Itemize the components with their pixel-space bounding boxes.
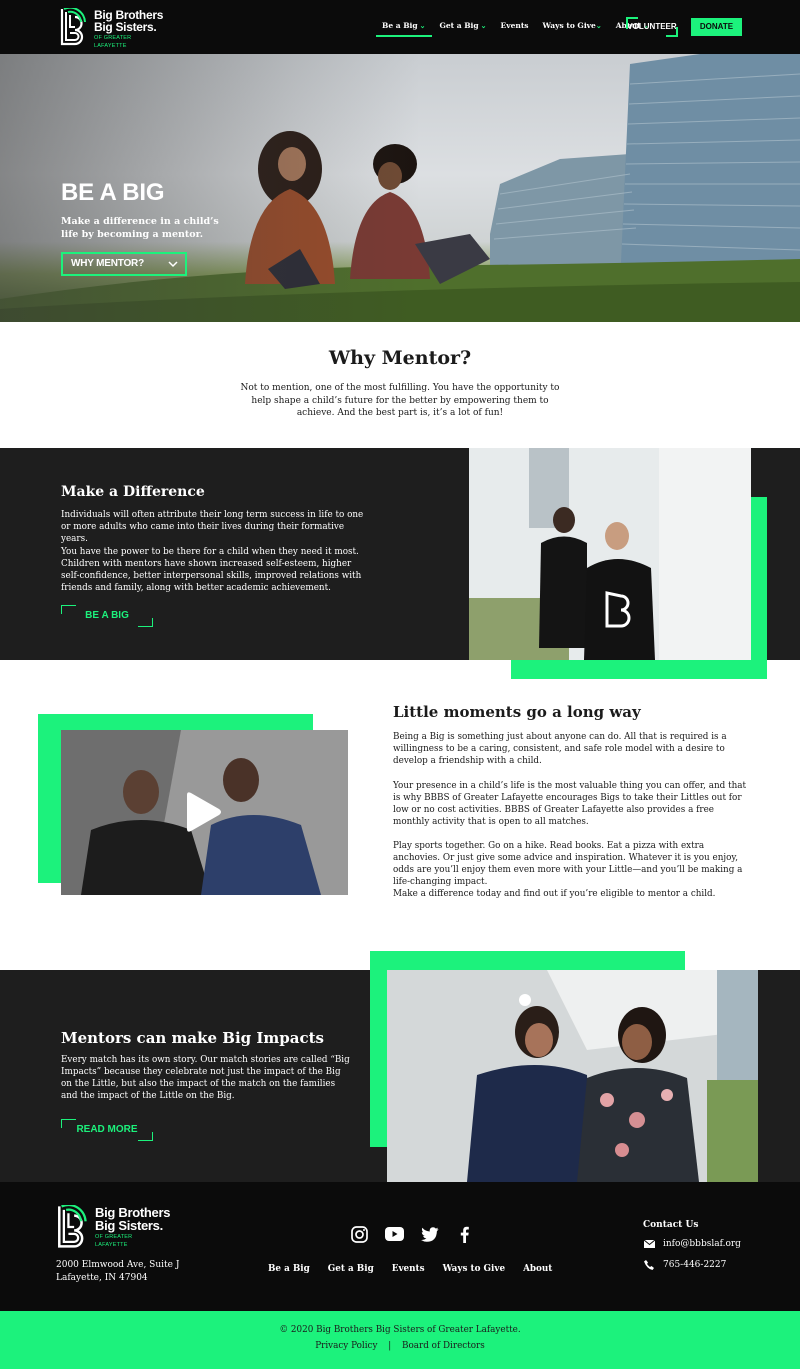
contact-email-text: info@bbbslaf.org bbox=[663, 1239, 741, 1249]
twitter-icon[interactable] bbox=[412, 1224, 447, 1244]
nav-item-be-a-big[interactable]: Be a Big ⌄ bbox=[376, 21, 431, 37]
social-links bbox=[342, 1224, 482, 1244]
little-moments-para2: Your presence in a child’s life is the m… bbox=[393, 781, 747, 827]
main-menu: Be a Big ⌄ Get a Big ⌄ Events Ways to Give… bbox=[376, 21, 663, 37]
nav-label: Be a Big bbox=[382, 21, 418, 30]
why-mentor-button[interactable]: WHY MENTOR? bbox=[61, 252, 187, 276]
hero-banner: BE A BIG Make a difference in a child’s … bbox=[0, 54, 800, 322]
chevron-down-icon: ⌄ bbox=[419, 21, 426, 30]
hero-title: BE A BIG bbox=[61, 179, 165, 206]
nav-item-get-a-big[interactable]: Get a Big ⌄ bbox=[440, 21, 487, 30]
brand-name-line2: Big Sisters. bbox=[94, 20, 157, 34]
envelope-icon bbox=[643, 1238, 655, 1250]
footer-link-events[interactable]: Events bbox=[392, 1264, 425, 1274]
contact-phone[interactable]: 765-446-2227 bbox=[643, 1259, 726, 1271]
brand-logo[interactable]: Big Brothers Big Sisters. OF GREATER LAF… bbox=[60, 8, 163, 49]
board-of-directors-link[interactable]: Board of Directors bbox=[402, 1341, 485, 1351]
make-difference-para1: Individuals will often attribute their l… bbox=[61, 510, 364, 544]
why-mentor-label: WHY MENTOR? bbox=[71, 258, 144, 269]
big-impacts-title: Mentors can make Big Impacts bbox=[61, 1029, 324, 1047]
chevron-down-icon bbox=[168, 254, 178, 282]
make-difference-title: Make a Difference bbox=[61, 484, 205, 500]
legal-links: Privacy Policy | Board of Directors bbox=[0, 1341, 800, 1351]
copyright-bar bbox=[0, 1311, 800, 1369]
youtube-icon[interactable] bbox=[377, 1224, 412, 1244]
phone-icon bbox=[643, 1259, 655, 1271]
link-separator: | bbox=[388, 1341, 392, 1351]
read-more-button[interactable]: READ MORE bbox=[61, 1119, 153, 1141]
mentor-match-photo bbox=[387, 970, 758, 1182]
mentor-pair-photo bbox=[469, 448, 751, 660]
why-mentor-text: Not to mention, one of the most fulfilli… bbox=[240, 383, 560, 418]
contact-phone-text: 765-446-2227 bbox=[663, 1260, 727, 1270]
little-moments-para4: Make a difference today and find out if … bbox=[393, 889, 716, 899]
address-line1: 2000 Elmwood Ave, Suite J bbox=[56, 1260, 180, 1270]
brand-sub-line1: OF GREATER bbox=[94, 35, 132, 41]
nav-label: Events bbox=[500, 21, 529, 30]
big-impacts-text: Every match has its own story. Our match… bbox=[61, 1055, 350, 1101]
nav-item-ways-to-give[interactable]: Ways to Give⌄ bbox=[543, 21, 602, 30]
little-moments-para3: Play sports together. Go on a hike. Read… bbox=[393, 841, 743, 887]
little-moments-para1: Being a Big is something just about anyo… bbox=[393, 732, 727, 766]
donate-button[interactable]: DONATE bbox=[691, 18, 742, 36]
instagram-icon[interactable] bbox=[342, 1224, 377, 1244]
footer-nav: Be a Big Get a Big Events Ways to Give A… bbox=[268, 1264, 570, 1274]
privacy-policy-link[interactable]: Privacy Policy bbox=[315, 1341, 377, 1351]
contact-title: Contact Us bbox=[643, 1220, 699, 1230]
why-mentor-title: Why Mentor? bbox=[328, 347, 472, 369]
contact-email[interactable]: info@bbbslaf.org bbox=[643, 1238, 741, 1250]
bbbs-logo-mark-icon bbox=[58, 1205, 87, 1248]
address-line2: Lafayette, IN 47904 bbox=[56, 1272, 148, 1283]
brand-sub-line1: OF GREATER bbox=[95, 1234, 133, 1240]
brand-sub-line2: LAFAYETTE bbox=[94, 43, 127, 49]
footer-link-be-a-big[interactable]: Be a Big bbox=[268, 1264, 310, 1274]
be-a-big-button[interactable]: BE A BIG bbox=[61, 605, 153, 627]
copyright-text: © 2020 Big Brothers Big Sisters of Great… bbox=[279, 1325, 521, 1335]
footer-brand-logo[interactable]: Big Brothers Big Sisters. OF GREATER LAF… bbox=[57, 1205, 170, 1249]
volunteer-button[interactable]: VOLUNTEER bbox=[626, 17, 678, 37]
facebook-icon[interactable] bbox=[447, 1224, 482, 1244]
footer-link-get-a-big[interactable]: Get a Big bbox=[328, 1264, 374, 1274]
little-moments-title: Little moments go a long way bbox=[393, 703, 641, 721]
top-navbar: Big Brothers Big Sisters. OF GREATER LAF… bbox=[0, 0, 800, 54]
chevron-down-icon: ⌄ bbox=[595, 21, 602, 30]
nav-label: Ways to Give bbox=[542, 21, 596, 30]
footer-address: 2000 Elmwood Ave, Suite J Lafayette, IN … bbox=[56, 1259, 179, 1284]
make-difference-para2: You have the power to be there for a chi… bbox=[61, 547, 362, 593]
brand-name-line2: Big Sisters. bbox=[95, 1218, 163, 1233]
bbbs-logo-mark-icon bbox=[60, 8, 86, 46]
play-video-icon[interactable] bbox=[181, 791, 223, 833]
nav-label: Get a Big bbox=[439, 21, 479, 30]
brand-sub-line2: LAFAYETTE bbox=[95, 1242, 128, 1248]
nav-item-events[interactable]: Events bbox=[501, 21, 529, 30]
footer-link-ways-to-give[interactable]: Ways to Give bbox=[443, 1264, 506, 1274]
chevron-down-icon: ⌄ bbox=[480, 21, 487, 30]
hero-subtitle: Make a difference in a child’s life by b… bbox=[61, 216, 219, 240]
footer-link-about[interactable]: About bbox=[523, 1264, 552, 1274]
